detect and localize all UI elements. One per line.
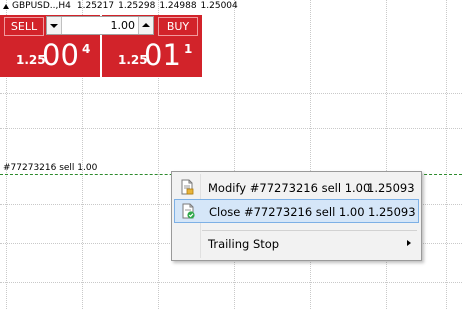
modify-order-icon: [181, 179, 194, 195]
grid-line: [0, 282, 462, 283]
grid-line: [234, 0, 235, 309]
bid-price-big: 00: [42, 38, 79, 72]
chart-header: GBPUSD..,H4 1.25217 1.25298 1.24988 1.25…: [1, 0, 242, 12]
ask-price-big: 01: [144, 38, 181, 72]
open-price: 1.25217: [76, 1, 115, 11]
order-line-label: #77273216 sell 1.00: [3, 163, 98, 173]
close-order-label: Close #77273216 sell 1.00: [209, 205, 365, 219]
menu-separator: [202, 230, 417, 231]
close-order-icon: [182, 203, 195, 219]
buy-button[interactable]: BUY: [158, 17, 198, 36]
price-chart[interactable]: GBPUSD..,H4 1.25217 1.25298 1.24988 1.25…: [0, 0, 462, 309]
lot-decrease-button[interactable]: [47, 17, 62, 34]
modify-order-price: 1.25093: [367, 181, 415, 195]
menu-item-close-order[interactable]: Close #77273216 sell 1.00 1.25093: [174, 199, 419, 223]
bid-price-point: 4: [82, 42, 91, 56]
chart-symbol: GBPUSD..,H4: [12, 1, 71, 11]
menu-item-trailing-stop[interactable]: Trailing Stop: [174, 232, 419, 256]
ask-price-point: 1: [184, 42, 193, 56]
close-order-price: 1.25093: [368, 205, 416, 219]
grid-line: [446, 0, 447, 309]
one-click-trading-panel: 1.25 00 4 1.25 01 1 SELL BUY 1.00: [0, 15, 202, 77]
modify-order-label: Modify #77273216 sell 1.00: [208, 181, 371, 195]
menu-item-modify-order[interactable]: Modify #77273216 sell 1.00 1.25093: [174, 176, 419, 200]
lot-increase-button[interactable]: [138, 17, 153, 34]
ask-price: 1.25 01 1: [102, 38, 202, 74]
trailing-stop-label: Trailing Stop: [208, 237, 280, 251]
triangle-up-icon: [3, 3, 9, 9]
close-price: 1.25004: [200, 1, 238, 11]
high-price: 1.25298: [118, 1, 156, 11]
grid-line: [0, 128, 462, 129]
low-price: 1.24988: [159, 1, 197, 11]
grid-line: [386, 0, 387, 309]
lot-size-stepper[interactable]: 1.00: [46, 16, 154, 35]
chevron-right-icon: [407, 240, 411, 246]
bid-price: 1.25 00 4: [0, 38, 100, 74]
grid-line: [0, 93, 462, 94]
grid-line: [310, 0, 311, 309]
order-context-menu: Modify #77273216 sell 1.00 1.25093 Close…: [171, 171, 422, 261]
sell-button[interactable]: SELL: [4, 17, 44, 36]
lot-size-input[interactable]: 1.00: [63, 17, 136, 34]
